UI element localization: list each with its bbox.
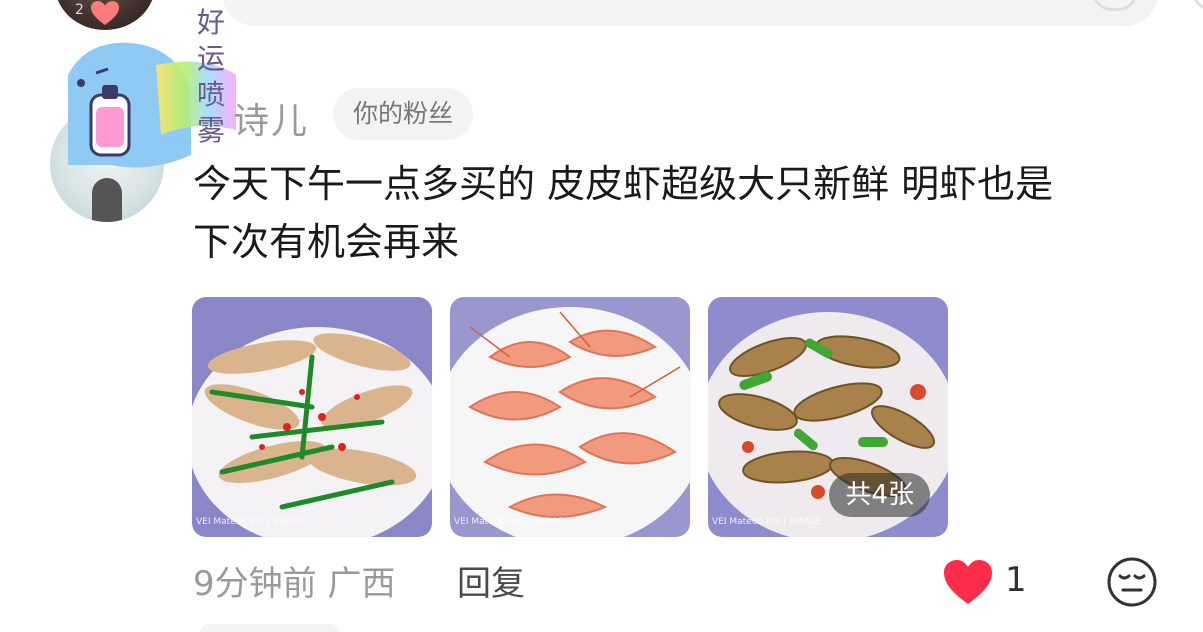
photo-watermark: VEI Mate60 Pro | XMAGE — [454, 517, 564, 527]
like-count: 1 — [1005, 560, 1027, 600]
previous-avatar[interactable]: 2 — [55, 0, 155, 30]
sticker-char: 雾 — [196, 114, 225, 147]
sticker-char: 好 — [196, 6, 225, 39]
heart-sticker-icon — [91, 1, 119, 25]
comment-image-2[interactable]: VEI Mate60 Pro | XMAGE — [450, 297, 690, 537]
commenter-username[interactable]: 诗儿 — [233, 92, 309, 144]
like-heart-icon[interactable] — [942, 558, 994, 606]
boiled-prawns-image — [450, 297, 690, 537]
next-comment-stub — [200, 624, 340, 632]
comment-image-3[interactable]: VEI Mate60 Pro | XMAGE 共4张 — [708, 297, 948, 537]
reply-input-bar[interactable] — [222, 0, 1203, 26]
neutral-face-emoji-icon[interactable] — [1106, 556, 1158, 608]
fan-badge: 你的粉丝 — [333, 88, 474, 140]
comment-line: 今天下午一点多买的 皮皮虾超级大只新鲜 明虾也是 — [193, 162, 1054, 206]
previous-avatar-badge: 2 — [75, 2, 84, 18]
mantis-shrimp-image — [192, 297, 432, 537]
comment-body[interactable]: 今天下午一点多买的 皮皮虾超级大只新鲜 明虾也是 下次有机会再来 — [193, 155, 1173, 271]
sticker-char: 运 — [196, 42, 225, 75]
sticker-char: 喷 — [196, 78, 225, 111]
reply-button[interactable]: 回复 — [457, 556, 525, 605]
comment-images: VEI Mate60 Pro | XMAGE VEI Mate60 Pro | … — [192, 297, 948, 537]
photo-watermark: VEI Mate60 Pro | XMAGE — [196, 517, 306, 527]
photo-watermark: VEI Mate60 Pro | XMAGE — [712, 517, 822, 527]
input-decor-1 — [1092, 0, 1138, 11]
sticker-caption: 好 运 喷 雾 — [191, 5, 231, 149]
comment-image-1[interactable]: VEI Mate60 Pro | XMAGE — [192, 297, 432, 537]
comment-line: 下次有机会再来 — [193, 220, 460, 264]
input-decor-2 — [1192, 0, 1203, 11]
comment-time-location: 9分钟前 广西 — [193, 564, 396, 604]
comment-screen: 2 好 运 喷 雾 诗儿 你的粉丝 今天下午一点多买的 皮皮虾超级大只新鲜 明虾… — [0, 0, 1203, 632]
image-count-badge[interactable]: 共4张 — [829, 473, 930, 517]
